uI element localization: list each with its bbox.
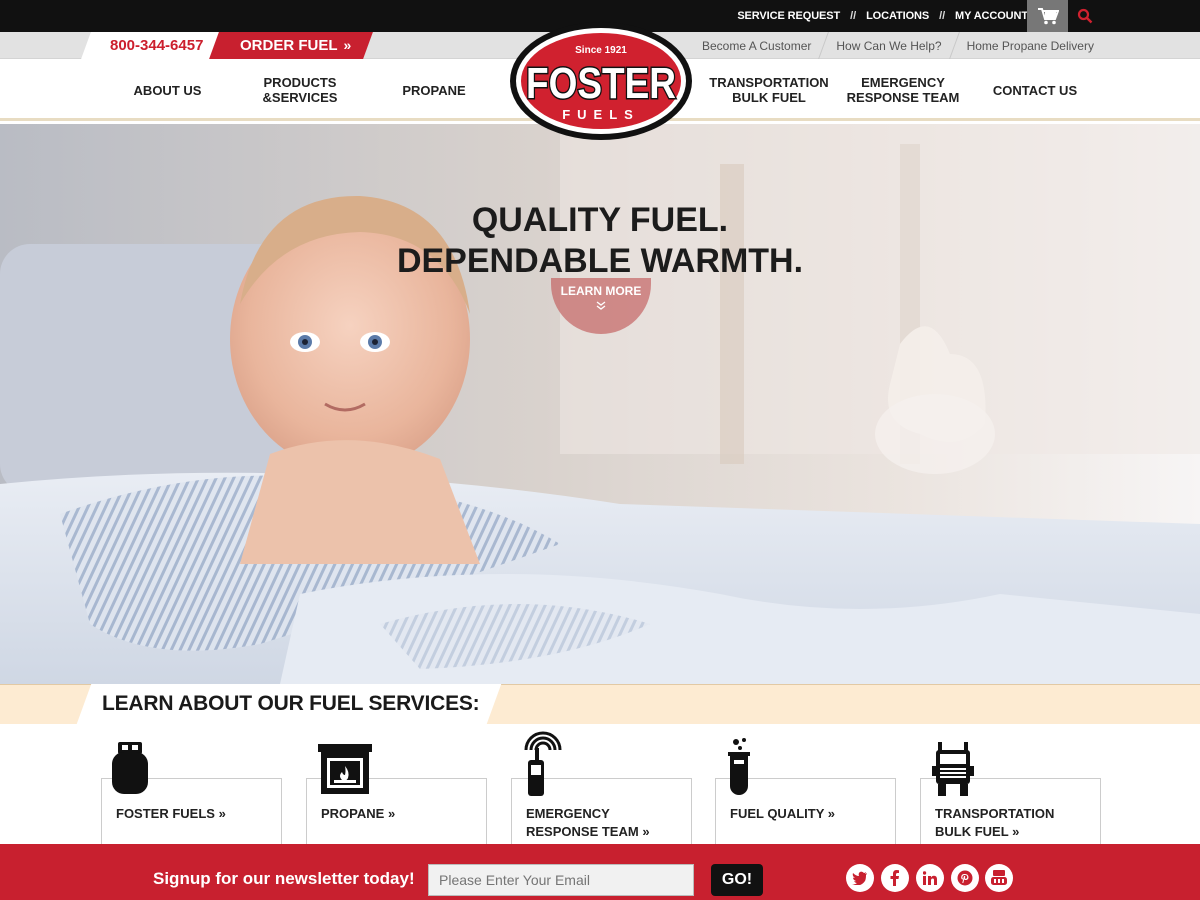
nav-products-services[interactable]: PRODUCTS &SERVICES [240,59,360,121]
pinterest-button[interactable] [951,864,979,892]
newsletter-go-button[interactable]: GO! [711,864,763,896]
logo-sub: FUELS [562,107,640,122]
card-label-line1: PROPANE [321,806,385,821]
how-can-we-help-link[interactable]: How Can We Help? [824,39,953,53]
newsletter-email-input[interactable] [428,864,694,896]
order-fuel-label: ORDER FUEL [240,37,338,54]
cart-icon [1037,8,1059,25]
fireplace-icon [318,744,372,794]
nav-emergency-line2: RESPONSE TEAM [846,90,960,105]
separator: // [939,10,946,22]
propane-tank-icon [112,742,148,794]
card-label-line1: FOSTER FUELS [116,806,215,821]
newsletter-text: Signup for our newsletter today! [153,869,415,888]
home-propane-delivery-link[interactable]: Home Propane Delivery [955,39,1106,53]
facebook-button[interactable] [881,864,909,892]
nav-contact-label: CONTACT US [992,82,1078,98]
locations-link[interactable]: LOCATIONS [866,10,929,22]
facebook-icon [890,870,899,886]
nav-emergency-label: EMERGENCY RESPONSE TEAM [847,75,960,105]
nav-transport-line1: TRANSPORTATION [709,75,829,90]
youtube-icon [991,870,1007,885]
search-button[interactable] [1070,0,1100,32]
separator: // [850,10,857,22]
radio-icon [524,731,562,796]
logo-since: Since 1921 [575,45,627,56]
foster-fuels-logo[interactable]: Since 1921 FOSTER FUELS [508,20,694,142]
search-icon [1077,8,1093,24]
card-label-line2: BULK FUEL [935,824,1009,839]
twitter-button[interactable] [846,864,874,892]
nav-about-us[interactable]: ABOUT US [110,59,225,121]
twitter-icon [852,871,867,885]
service-card-label: PROPANE » [321,805,395,823]
double-chevron-right-icon: » [827,806,835,821]
logo-name: FOSTER [526,59,676,108]
service-card-label: FOSTER FUELS » [116,805,226,823]
my-account-link[interactable]: MY ACCOUNT [955,10,1028,22]
service-card-label: EMERGENCY RESPONSE TEAM » [526,805,650,841]
hero-line-1: QUALITY FUEL. [471,201,729,239]
hero-banner: QUALITY FUEL. DEPENDABLE WARMTH. LEARN M… [0,124,1200,684]
double-chevron-right-icon: » [642,824,650,839]
order-fuel-button[interactable]: ORDER FUEL » [240,32,351,59]
nav-about-label: ABOUT US [133,82,202,98]
linkedin-icon [923,871,937,885]
services-heading: LEARN ABOUT OUR FUEL SERVICES: [102,692,480,715]
secondary-links: Become A Customer How Can We Help? Home … [690,32,1106,59]
linkedin-button[interactable] [916,864,944,892]
nav-products-line2: &SERVICES [262,90,338,105]
service-card-label: TRANSPORTATION BULK FUEL » [935,805,1054,841]
card-label-line1: TRANSPORTATION [935,806,1055,821]
test-tube-icon [728,738,750,795]
nav-propane[interactable]: PROPANE [384,59,484,121]
nav-products-label: PRODUCTS &SERVICES [263,75,338,105]
nav-contact-us[interactable]: CONTACT US [985,59,1085,121]
double-chevron-down-icon [596,301,606,310]
nav-products-line1: PRODUCTS [263,75,337,90]
services-section: FOSTER FUELS » PROPANE » EMERGENCY RESPON… [0,724,1200,844]
hero-line-2: DEPENDABLE WARMTH. [396,242,804,280]
nav-transportation-label: TRANSPORTATION BULK FUEL [709,75,828,105]
pinterest-icon [957,870,973,886]
double-chevron-right-icon: » [343,37,352,53]
double-chevron-right-icon: » [1012,824,1020,839]
nav-transport-line2: BULK FUEL [732,90,806,105]
nav-emergency-line1: EMERGENCY [861,75,945,90]
card-label-line2: RESPONSE TEAM [526,824,639,839]
nav-emergency-response[interactable]: EMERGENCY RESPONSE TEAM [840,59,966,121]
learn-more-label: LEARN MORE [560,284,642,298]
card-label-line1: FUEL QUALITY [730,806,825,821]
truck-icon [932,742,974,796]
service-request-link[interactable]: SERVICE REQUEST [737,10,840,22]
double-chevron-right-icon: » [387,806,396,821]
nav-propane-label: PROPANE [402,82,466,98]
utility-links: SERVICE REQUEST // LOCATIONS // MY ACCOU… [737,0,1028,32]
nav-transportation[interactable]: TRANSPORTATION BULK FUEL [704,59,834,121]
cart-button[interactable] [1027,0,1068,32]
become-customer-link[interactable]: Become A Customer [690,39,823,53]
youtube-button[interactable] [985,864,1013,892]
double-chevron-right-icon: » [218,806,226,821]
card-label-line1: EMERGENCY [526,806,610,821]
service-card-label: FUEL QUALITY » [730,805,835,823]
phone-number[interactable]: 800-344-6457 [110,32,203,59]
hero-headline: QUALITY FUEL. DEPENDABLE WARMTH. [0,200,1200,282]
